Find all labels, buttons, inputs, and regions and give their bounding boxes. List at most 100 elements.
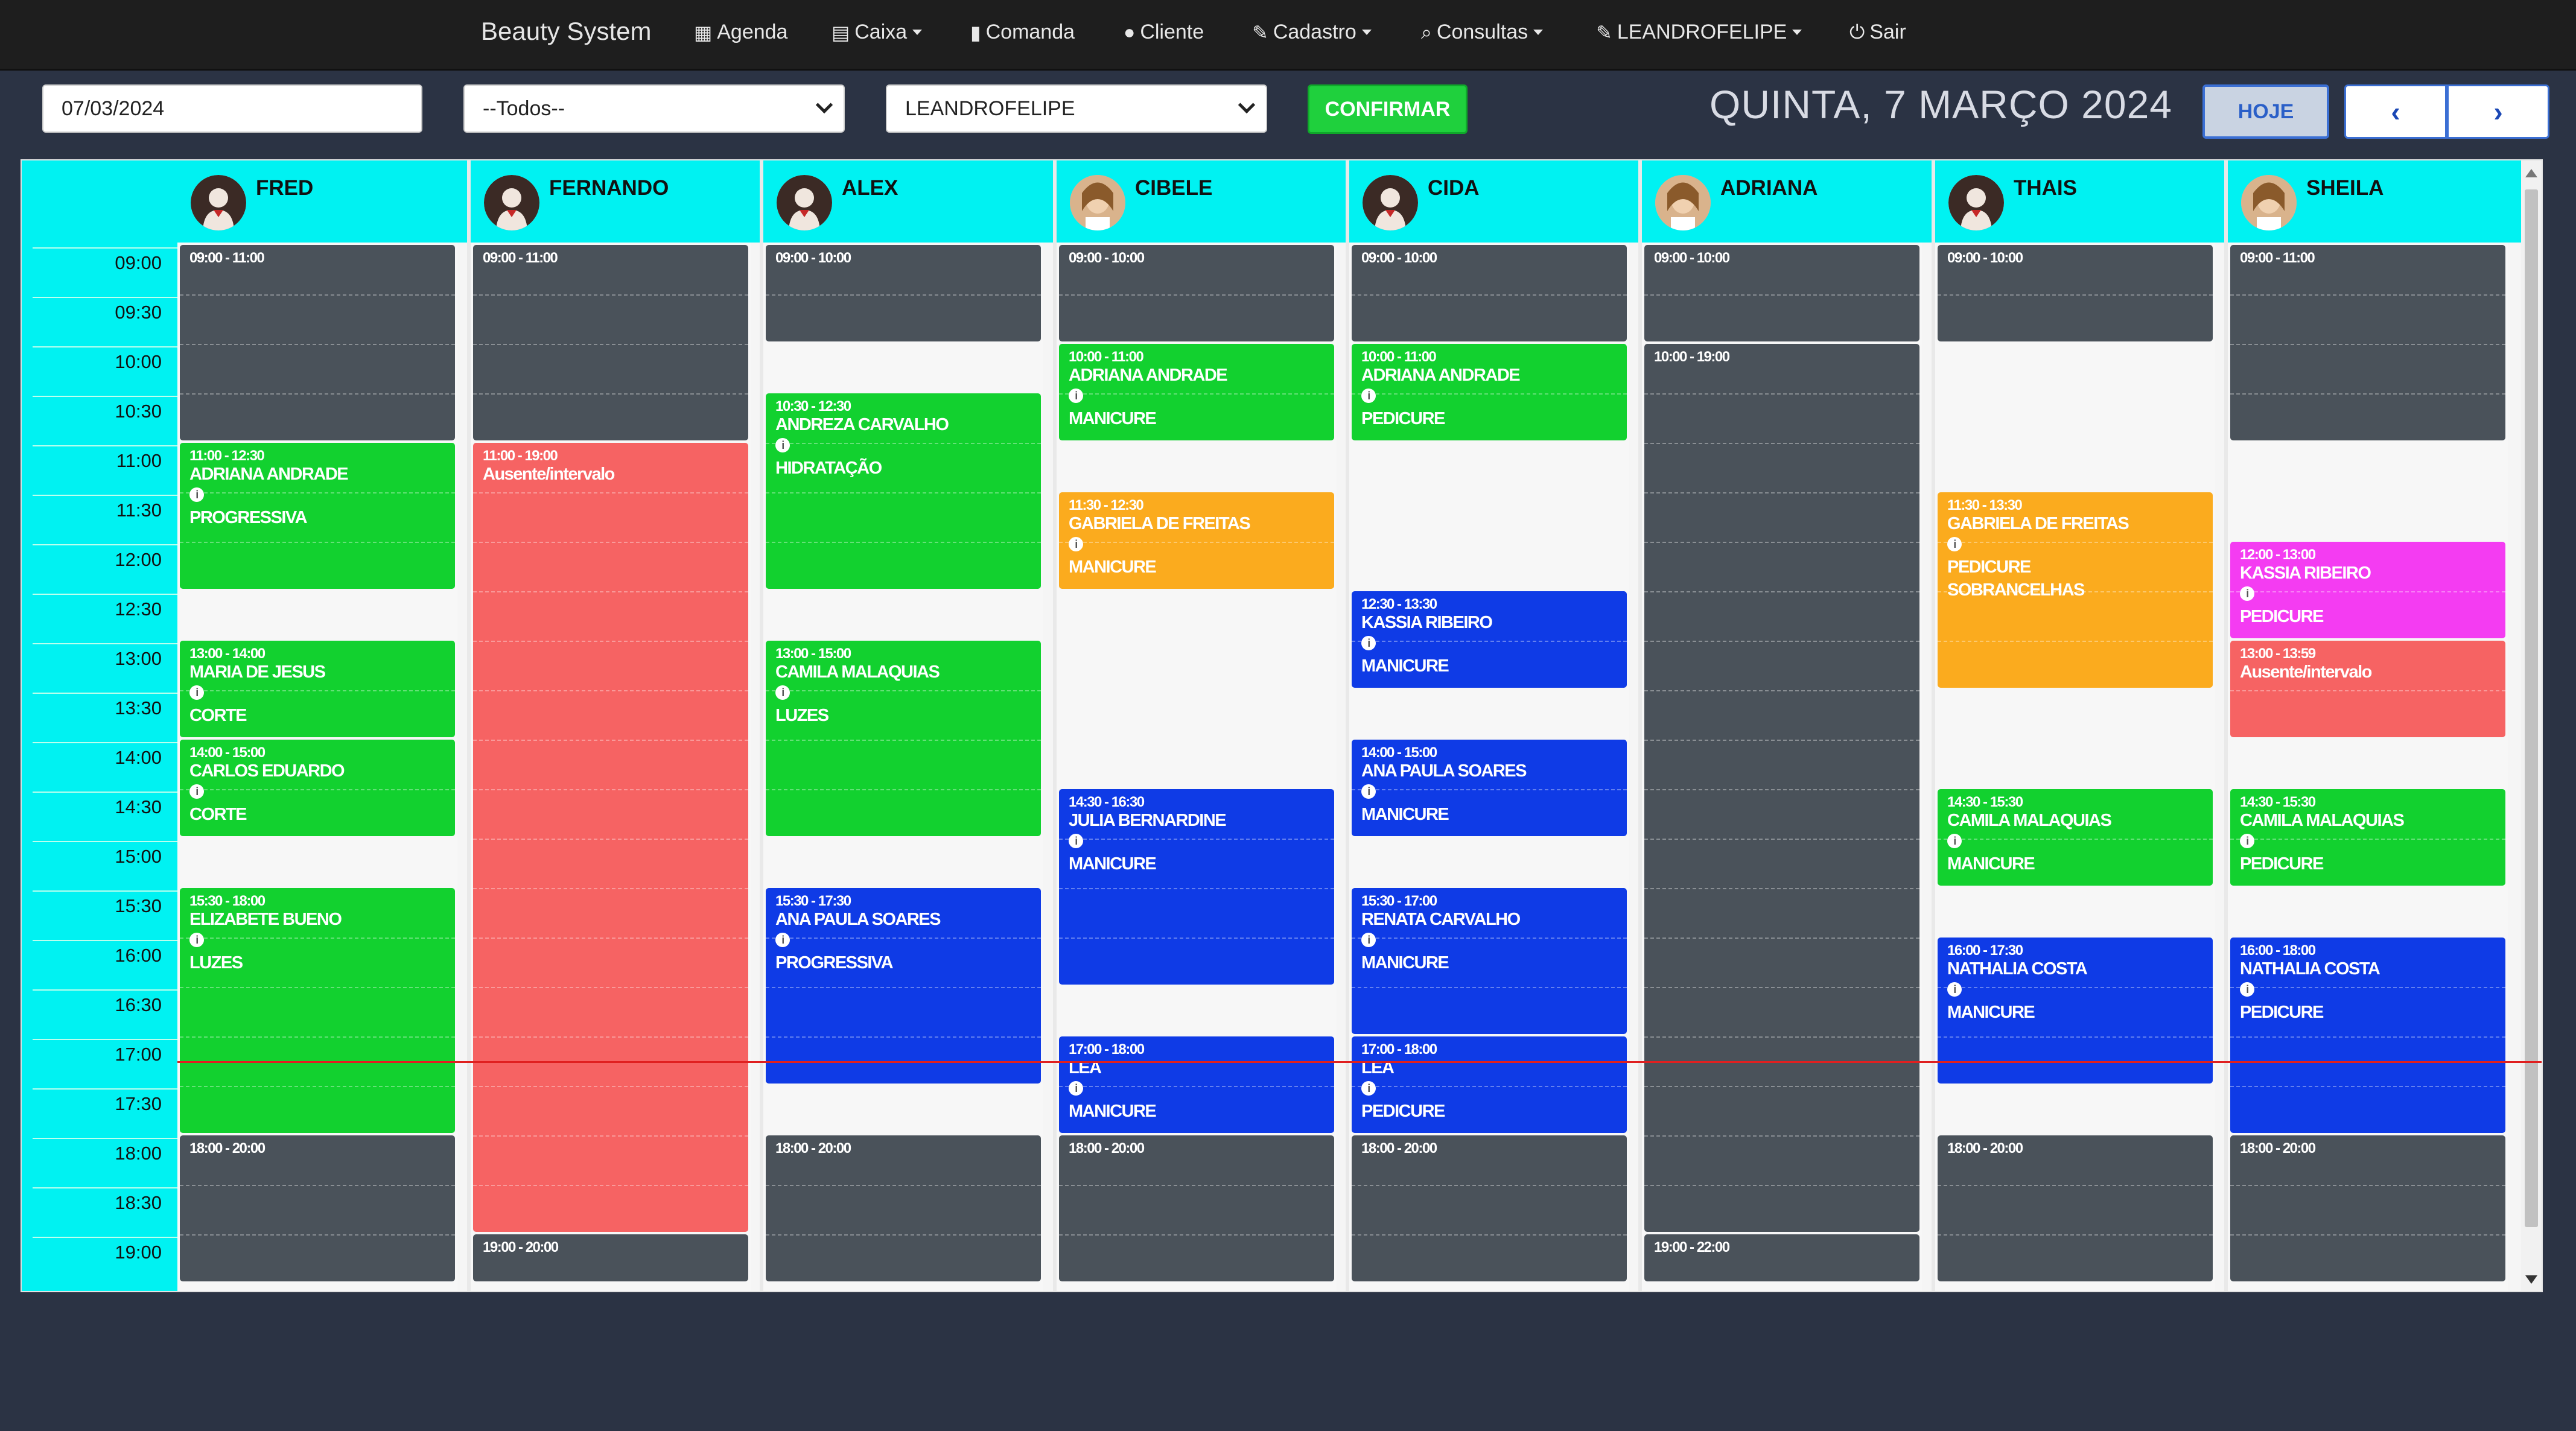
appointment-card[interactable]: 15:30 - 17:30 ANA PAULA SOARES i PROGRESSIV… [766,888,1041,1084]
unavailable-slot[interactable]: 09:00 - 10:00 [1938,245,2213,341]
appointment-card[interactable]: 11:30 - 13:30 GABRIELA DE FREITAS i PEDICUR… [1938,492,2213,688]
confirm-button[interactable]: CONFIRMAR [1308,84,1468,134]
info-icon[interactable]: i [1069,834,1083,848]
absence-block[interactable]: 13:00 - 13:59 Ausente/intervalo [2230,641,2505,737]
unavailable-slot[interactable]: 09:00 - 11:00 [2230,245,2505,440]
prev-day-button[interactable]: ‹ [2344,84,2447,139]
info-icon[interactable]: i [775,933,790,947]
unavailable-slot[interactable]: 09:00 - 10:00 [1352,245,1627,341]
time-slot-divider [33,346,177,347]
unavailable-slot[interactable]: 19:00 - 20:00 [473,1234,748,1281]
appointment-card[interactable]: 17:00 - 18:00 LEA i MANICURE [1059,1036,1334,1133]
professional-column[interactable]: 09:00 - 10:00 10:00 - 19:00 19:00 - 22:00 [1642,243,1922,1291]
info-icon[interactable]: i [189,933,204,947]
unavailable-slot[interactable]: 09:00 - 11:00 [473,245,748,440]
info-icon[interactable]: i [189,685,204,700]
info-icon[interactable]: i [189,487,204,502]
unavailable-slot[interactable]: 18:00 - 20:00 [1352,1135,1627,1281]
info-icon[interactable]: i [2240,586,2254,601]
service-name: PROGRESSIVA [775,953,894,973]
info-icon[interactable]: i [1361,636,1376,650]
info-icon[interactable]: i [2240,834,2254,848]
unavailable-slot[interactable]: 09:00 - 11:00 [180,245,455,440]
appointment-card[interactable]: 12:00 - 13:00 KASSIA RIBEIRO i PEDICURE [2230,542,2505,638]
nav-item-comanda[interactable]: ▮ Comanda [970,21,1075,44]
brand-title[interactable]: Beauty System [481,17,651,46]
unavailable-slot[interactable]: 18:00 - 20:00 [2230,1135,2505,1281]
nav-item-consultas[interactable]: ⌕ Consultas [1421,21,1544,44]
nav-item-sair[interactable]: ⏻ Sair [1849,21,1906,44]
unavailable-slot[interactable]: 09:00 - 10:00 [1644,245,1919,341]
appointment-card[interactable]: 11:00 - 12:30 ADRIANA ANDRADE i PROGRESSIVA [180,443,455,589]
unavailable-slot[interactable]: 09:00 - 10:00 [766,245,1041,341]
appointment-card[interactable]: 14:00 - 15:00 CARLOS EDUARDO i CORTE [180,740,455,836]
date-input[interactable]: 07/03/2024 [42,84,422,133]
appointment-card[interactable]: 12:30 - 13:30 KASSIA RIBEIRO i MANICURE [1352,591,1627,688]
unavailable-slot[interactable]: 18:00 - 20:00 [1059,1135,1334,1281]
info-icon[interactable]: i [1361,933,1376,947]
nav-item-cadastro[interactable]: ✎ Cadastro [1252,21,1372,44]
unavailable-slot[interactable]: 18:00 - 20:00 [180,1135,455,1281]
appointment-card[interactable]: 16:00 - 18:00 NATHALIA COSTA i PEDICURE [2230,938,2505,1133]
appointment-card[interactable]: 15:30 - 17:00 RENATA CARVALHO i MANICURE [1352,888,1627,1034]
appointment-card[interactable]: 15:30 - 18:00 ELIZABETE BUENO i LUZES [180,888,455,1133]
info-icon[interactable]: i [1069,537,1083,551]
professional-header-fernando[interactable]: FERNANDO [471,160,751,243]
appointment-card[interactable]: 14:00 - 15:00 ANA PAULA SOARES i MANICURE [1352,740,1627,836]
scroll-down-arrow-icon[interactable] [2525,1275,2537,1284]
scroll-up-arrow-icon[interactable] [2525,169,2537,177]
professional-header-fred[interactable]: FRED [177,160,457,243]
unavailable-slot[interactable]: 19:00 - 22:00 [1644,1234,1919,1281]
appointment-card[interactable]: 10:00 - 11:00 ADRIANA ANDRADE i MANICURE [1059,344,1334,440]
appointment-card[interactable]: 14:30 - 15:30 CAMILA MALAQUIAS i PEDICURE [2230,789,2505,886]
professional-header-alex[interactable]: ALEX [763,160,1043,243]
info-icon[interactable]: i [1361,389,1376,403]
info-icon[interactable]: i [1361,784,1376,799]
appointment-card[interactable]: 13:00 - 15:00 CAMILA MALAQUIAS i LUZES [766,641,1041,836]
unavailable-slot[interactable]: 18:00 - 20:00 [766,1135,1041,1281]
professional-column[interactable]: 09:00 - 11:00 11:00 - 19:00 Ausente/interv… [471,243,751,1291]
info-icon[interactable]: i [1361,1081,1376,1096]
unavailable-slot[interactable]: 18:00 - 20:00 [1938,1135,2213,1281]
nav-item-cliente[interactable]: ● Cliente [1124,21,1204,44]
appointment-card[interactable]: 13:00 - 14:00 MARIA DE JESUS i CORTE [180,641,455,737]
nav-item-caixa[interactable]: ▤ Caixa [832,21,923,44]
info-icon[interactable]: i [2240,982,2254,997]
nav-item-agenda[interactable]: ▦ Agenda [694,21,787,44]
professional-column[interactable]: 09:00 - 11:00 12:00 - 13:00 KASSIA RIBEIRO… [2228,243,2508,1291]
unavailable-slot[interactable]: 10:00 - 19:00 [1644,344,1919,1232]
appointment-card[interactable]: 11:30 - 12:30 GABRIELA DE FREITAS i MANICUR… [1059,492,1334,589]
info-icon[interactable]: i [189,784,204,799]
today-button[interactable]: HOJE [2202,84,2329,139]
unavailable-slot[interactable]: 09:00 - 10:00 [1059,245,1334,341]
professional-column[interactable]: 09:00 - 10:00 10:00 - 11:00 ADRIANA ANDRAD… [1349,243,1629,1291]
appointment-card[interactable]: 10:30 - 12:30 ANDREZA CARVALHO i HIDRATAÇÃO [766,393,1041,589]
user-select[interactable]: LEANDROFELIPE [886,84,1267,133]
professional-header-sheila[interactable]: SHEILA [2228,160,2508,243]
absence-block[interactable]: 11:00 - 19:00 Ausente/intervalo [473,443,748,1232]
info-icon[interactable]: i [1069,389,1083,403]
info-icon[interactable]: i [1947,982,1962,997]
professional-column[interactable]: 09:00 - 10:00 10:00 - 11:00 ADRIANA ANDRAD… [1057,243,1337,1291]
filter-select[interactable]: --Todos-- [463,84,845,133]
info-icon[interactable]: i [1947,834,1962,848]
professional-header-thais[interactable]: THAIS [1935,160,2215,243]
professional-header-cibele[interactable]: CIBELE [1057,160,1337,243]
professional-header-adriana[interactable]: ADRIANA [1642,160,1922,243]
info-icon[interactable]: i [1947,537,1962,551]
appointment-card[interactable]: 10:00 - 11:00 ADRIANA ANDRADE i PEDICURE [1352,344,1627,440]
vertical-scrollbar[interactable] [2521,160,2542,1291]
professional-column[interactable]: 09:00 - 11:00 11:00 - 12:30 ADRIANA ANDRAD… [177,243,457,1291]
appointment-card[interactable]: 14:30 - 16:30 JULIA BERNARDINE i MANICURE [1059,789,1334,985]
info-icon[interactable]: i [1069,1081,1083,1096]
nav-item-leandrofelipe[interactable]: ✎ LEANDROFELIPE [1596,21,1802,44]
info-icon[interactable]: i [775,438,790,452]
scrollbar-thumb[interactable] [2525,189,2538,1227]
professional-column[interactable]: 09:00 - 10:00 11:30 - 13:30 GABRIELA DE FR… [1935,243,2215,1291]
appointment-card[interactable]: 14:30 - 15:30 CAMILA MALAQUIAS i MANICURE [1938,789,2213,886]
professional-column[interactable]: 09:00 - 10:00 10:30 - 12:30 ANDREZA CARVAL… [763,243,1043,1291]
info-icon[interactable]: i [775,685,790,700]
next-day-button[interactable]: › [2447,84,2549,139]
professional-header-cida[interactable]: CIDA [1349,160,1629,243]
appointment-card[interactable]: 17:00 - 18:00 LEA i PEDICURE [1352,1036,1627,1133]
